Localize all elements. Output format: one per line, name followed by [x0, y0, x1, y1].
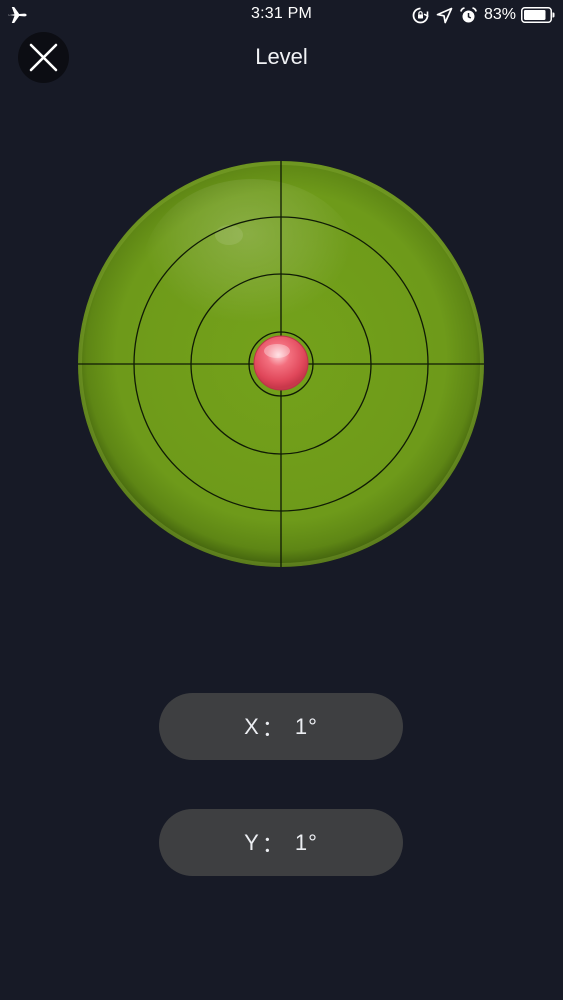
status-bar: 3:31 PM 83% [0, 0, 563, 30]
battery-percent: 83% [483, 6, 516, 23]
x-value: 1° [294, 713, 318, 739]
x-label: X [244, 713, 260, 739]
x-angle-readout: X ： 1° [159, 693, 403, 760]
location-arrow-icon [436, 7, 453, 23]
y-separator: ： [261, 831, 285, 857]
page-title: Level [255, 44, 308, 69]
bubble-level [76, 159, 486, 569]
y-angle-readout: Y ： 1° [159, 809, 403, 876]
status-icons: 83% [412, 5, 555, 25]
x-separator: ： [261, 715, 285, 741]
battery-icon [521, 7, 555, 23]
level-sheen-spot [215, 225, 243, 245]
y-value: 1° [294, 829, 318, 855]
level-bubble [253, 335, 309, 391]
bubble-level-graphic [78, 161, 484, 567]
y-label: Y [244, 829, 260, 855]
alarm-icon [460, 6, 477, 22]
level-sheen [142, 179, 362, 363]
orientation-lock-icon [412, 7, 429, 23]
